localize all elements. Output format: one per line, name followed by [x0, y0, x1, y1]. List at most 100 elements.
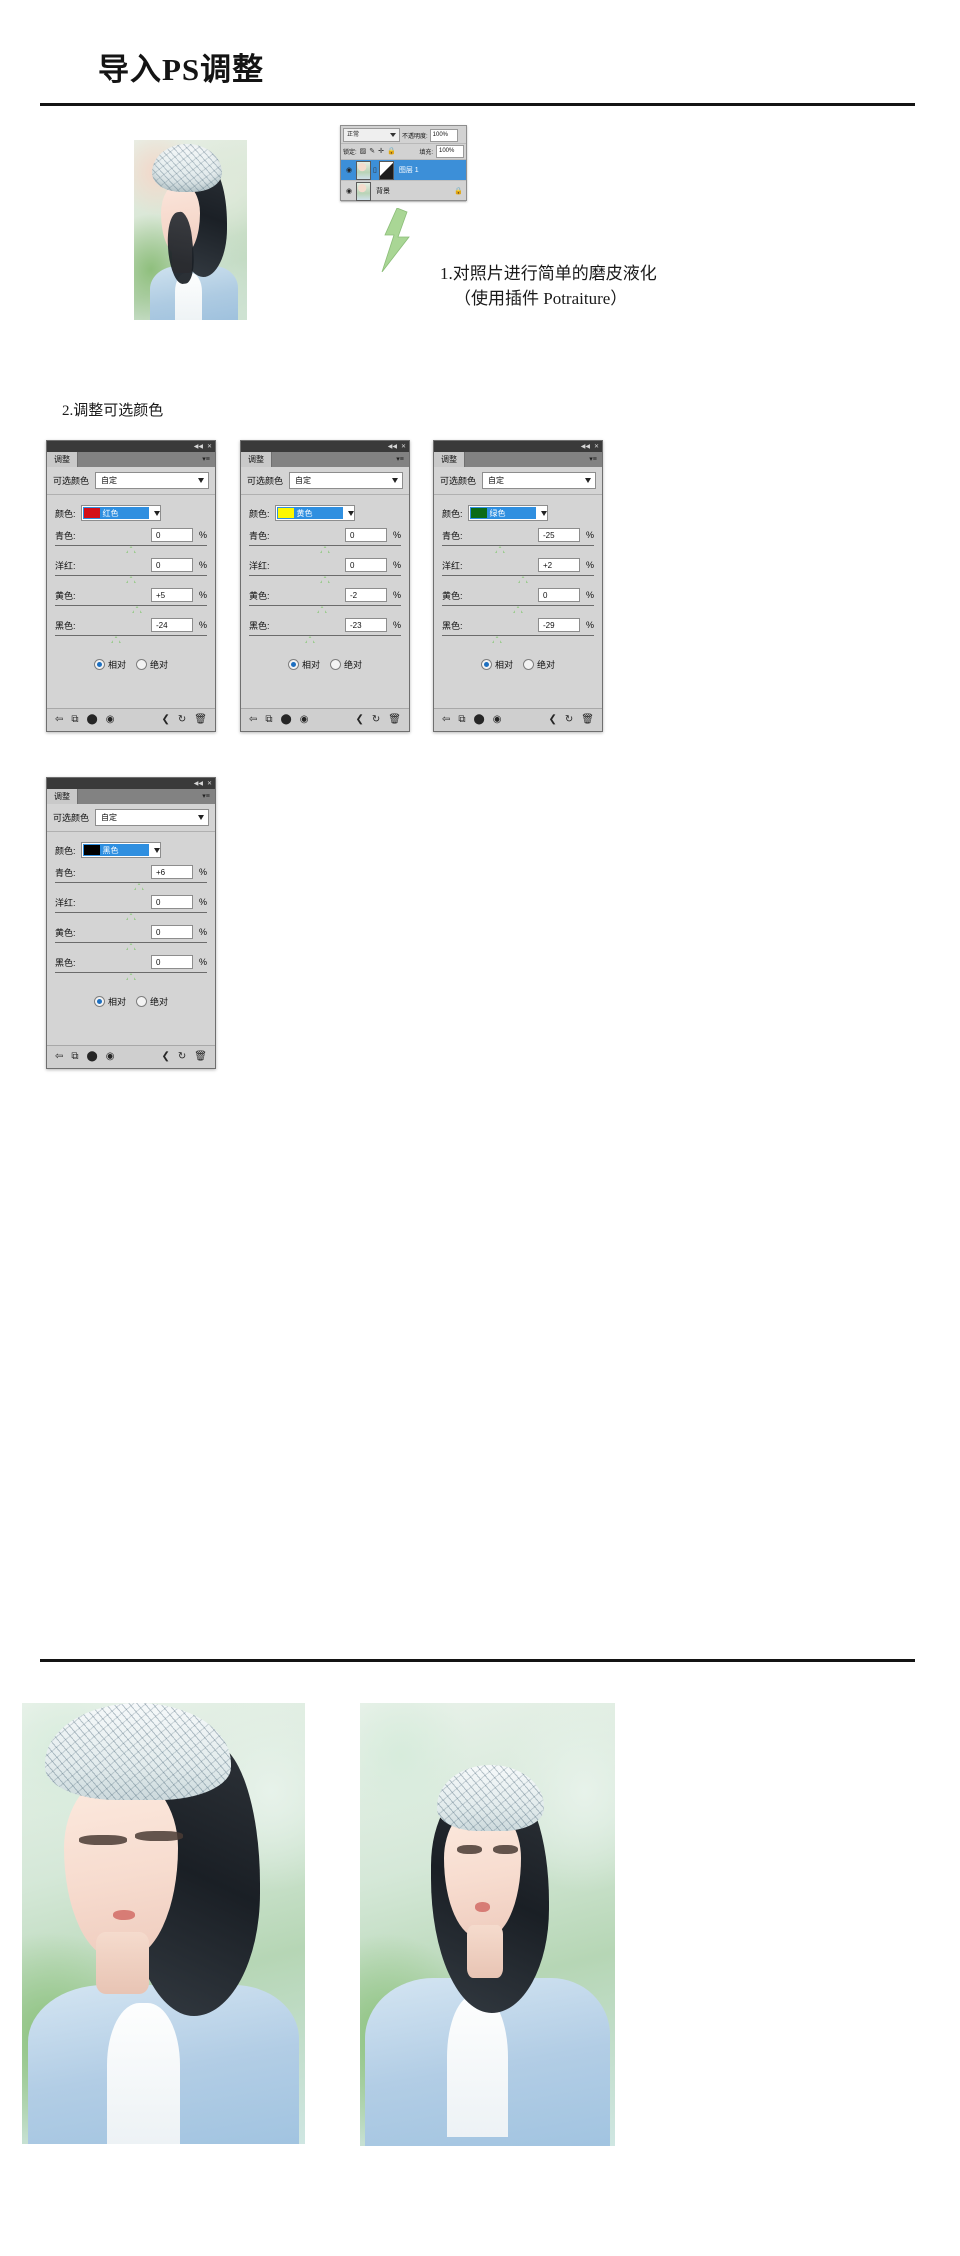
radio-dot-selected[interactable] — [93, 659, 105, 670]
slider-value[interactable]: 0 — [538, 588, 580, 602]
color-select[interactable]: 绿色 — [467, 505, 548, 521]
slider-track[interactable] — [55, 574, 207, 586]
slider-knob[interactable] — [513, 606, 523, 613]
slider-knob[interactable] — [320, 546, 330, 553]
slider-track[interactable] — [249, 634, 401, 646]
slider-1[interactable]: 洋红: 0% — [55, 895, 207, 923]
close-icon[interactable]: ✕ — [207, 781, 212, 787]
chevron-down-icon[interactable] — [347, 510, 354, 516]
slider-knob[interactable] — [126, 576, 136, 583]
slider-knob[interactable] — [494, 546, 505, 553]
slider-1[interactable]: 洋红: 0% — [55, 558, 207, 586]
layer-row-2[interactable]: ◉ 背景 🔒 — [341, 181, 466, 202]
radio-dot[interactable] — [523, 659, 534, 670]
radio-relative[interactable]: 相对 — [93, 995, 126, 1008]
return-icon[interactable]: ⇦ — [55, 715, 63, 725]
mask-icon[interactable]: ⬤ — [474, 715, 485, 725]
collapse-icon[interactable]: ◀◀ — [388, 444, 397, 450]
slider-value[interactable]: +5 — [151, 588, 193, 602]
slider-track[interactable] — [55, 911, 207, 923]
layer-thumbnail[interactable] — [356, 181, 371, 201]
slider-2[interactable]: 黄色: 0% — [442, 588, 594, 616]
radio-relative[interactable]: 相对 — [480, 658, 513, 671]
slider-value[interactable]: +2 — [538, 558, 580, 572]
slider-value[interactable]: 0 — [151, 955, 193, 969]
slider-knob[interactable] — [304, 636, 315, 643]
chevron-down-icon[interactable] — [540, 510, 547, 516]
selective-color-panel-红色[interactable]: ◀◀ ✕ 调整 ▾≡ 可选颜色 自定 颜色: 红色 青色: 0% 洋红: 0% 黄色: +5% 黑色: -24… — [46, 440, 216, 732]
slider-3[interactable]: 黑色: -24% — [55, 618, 207, 646]
slider-track[interactable] — [249, 574, 401, 586]
slider-2[interactable]: 黄色: 0% — [55, 925, 207, 953]
selective-color-panel-黑色[interactable]: ◀◀ ✕ 调整 ▾≡ 可选颜色 自定 颜色: 黑色 青色: +6% 洋红: 0% 黄色: 0% 黑色: 0% 相… — [46, 777, 216, 1069]
layer-mask-thumbnail[interactable] — [378, 160, 394, 180]
reset-icon[interactable]: ↻ — [565, 715, 573, 725]
radio-absolute[interactable]: 绝对 — [136, 658, 168, 671]
mask-icon[interactable]: ⬤ — [87, 1052, 98, 1062]
tab-adjustments[interactable]: 调整 — [434, 452, 465, 467]
eye-toggle-icon[interactable]: ◉ — [106, 1052, 115, 1062]
collapse-icon[interactable]: ◀◀ — [581, 444, 590, 450]
slider-knob[interactable] — [126, 546, 136, 553]
method-radio-group[interactable]: 相对 绝对 — [55, 995, 207, 1008]
photoshop-layers-panel[interactable]: 正常 不透明度: 100% 锁定: ▨ ✎ ✛ 🔒 填充: 100% ◉ ▯ 图… — [340, 125, 467, 202]
close-icon[interactable]: ✕ — [207, 444, 212, 450]
slider-knob[interactable] — [126, 973, 136, 980]
close-icon[interactable]: ✕ — [594, 444, 599, 450]
eye-toggle-icon[interactable]: ◉ — [106, 715, 115, 725]
radio-relative[interactable]: 相对 — [287, 658, 320, 671]
slider-track[interactable] — [55, 941, 207, 953]
method-radio-group[interactable]: 相对 绝对 — [249, 658, 401, 671]
slider-2[interactable]: 黄色: +5% — [55, 588, 207, 616]
slider-value[interactable]: 0 — [151, 895, 193, 909]
slider-knob[interactable] — [110, 636, 121, 643]
clip-to-layer-icon[interactable]: ⧉ — [71, 715, 78, 725]
panel-footer-toolbar[interactable]: ⇦ ⧉ ⬤ ◉ ❮ ↻ 🗑 — [47, 1045, 215, 1068]
layer-thumbnail[interactable] — [356, 160, 371, 180]
tab-adjustments[interactable]: 调整 — [47, 452, 78, 467]
delete-icon[interactable]: 🗑 — [194, 715, 207, 725]
slider-value[interactable]: 0 — [151, 528, 193, 542]
slider-value[interactable]: -2 — [345, 588, 387, 602]
slider-track[interactable] — [55, 634, 207, 646]
slider-track[interactable] — [442, 604, 594, 616]
radio-dot-selected[interactable] — [480, 659, 492, 670]
panel-footer-toolbar[interactable]: ⇦ ⧉ ⬤ ◉ ❮ ↻ 🗑 — [241, 708, 409, 731]
clip-to-layer-icon[interactable]: ⧉ — [458, 715, 465, 725]
preset-select[interactable]: 自定 — [95, 472, 209, 489]
slider-knob[interactable] — [126, 943, 136, 950]
chevron-down-icon[interactable] — [153, 847, 160, 853]
radio-dot[interactable] — [330, 659, 341, 670]
radio-absolute[interactable]: 绝对 — [136, 995, 168, 1008]
slider-1[interactable]: 洋红: 0% — [249, 558, 401, 586]
tab-adjustments[interactable]: 调整 — [47, 789, 78, 804]
slider-knob[interactable] — [132, 606, 143, 613]
slider-0[interactable]: 青色: 0% — [55, 528, 207, 556]
slider-track[interactable] — [55, 604, 207, 616]
return-icon[interactable]: ⇦ — [249, 715, 257, 725]
previous-state-icon[interactable]: ❮ — [162, 1052, 170, 1062]
slider-knob[interactable] — [126, 913, 136, 920]
slider-2[interactable]: 黄色: -2% — [249, 588, 401, 616]
preset-select[interactable]: 自定 — [482, 472, 596, 489]
previous-state-icon[interactable]: ❮ — [356, 715, 364, 725]
slider-value[interactable]: -25 — [538, 528, 580, 542]
radio-absolute[interactable]: 绝对 — [330, 658, 362, 671]
slider-0[interactable]: 青色: -25% — [442, 528, 594, 556]
reset-icon[interactable]: ↻ — [178, 1052, 186, 1062]
slider-value[interactable]: -29 — [538, 618, 580, 632]
slider-track[interactable] — [55, 881, 207, 893]
slider-track[interactable] — [442, 634, 594, 646]
delete-icon[interactable]: 🗑 — [388, 715, 401, 725]
slider-3[interactable]: 黑色: -23% — [249, 618, 401, 646]
method-radio-group[interactable]: 相对 绝对 — [442, 658, 594, 671]
blend-mode-select[interactable]: 正常 — [343, 128, 400, 142]
slider-value[interactable]: -23 — [345, 618, 387, 632]
slider-track[interactable] — [55, 971, 207, 983]
previous-state-icon[interactable]: ❮ — [162, 715, 170, 725]
color-select[interactable]: 黄色 — [274, 505, 355, 521]
panel-menu-icon[interactable]: ▾≡ — [197, 789, 215, 804]
slider-knob[interactable] — [133, 883, 144, 890]
tab-adjustments[interactable]: 调整 — [241, 452, 272, 467]
collapse-icon[interactable]: ◀◀ — [194, 444, 203, 450]
